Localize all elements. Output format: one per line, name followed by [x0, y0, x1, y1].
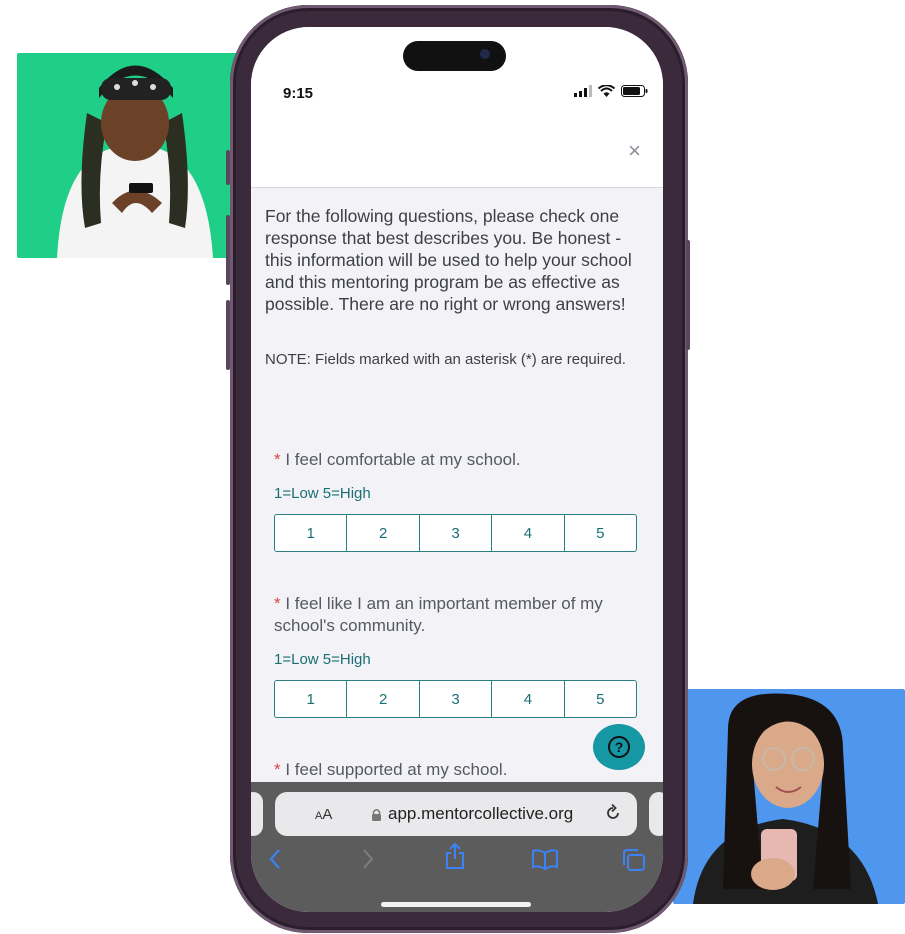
question-2-rating-scale: 1 2 3 4 5 [274, 680, 637, 718]
lock-icon [372, 808, 381, 821]
phone-action-button [226, 150, 230, 185]
status-time: 9:15 [283, 85, 314, 102]
rating-option-4[interactable]: 4 [491, 515, 563, 551]
question-2-text: * I feel like I am an important member o… [274, 593, 644, 637]
question-2-scale-hint: 1=Low 5=High [274, 651, 371, 668]
required-note: NOTE: Fields marked with an asterisk (*)… [265, 351, 626, 368]
student-illustration-right [693, 693, 878, 904]
rating-option-5[interactable]: 5 [563, 681, 636, 717]
form-intro-section: For the following questions, please chec… [265, 205, 649, 370]
photo-student-left [17, 53, 239, 258]
required-asterisk: * [274, 450, 281, 469]
status-icons [574, 85, 648, 97]
rating-option-3[interactable]: 3 [418, 515, 491, 551]
question-3-text: * I feel supported at my school. [274, 759, 644, 781]
question-2: * I feel like I am an important member o… [274, 593, 644, 718]
photo-student-right [673, 689, 905, 904]
rating-option-1[interactable]: 1 [275, 515, 346, 551]
question-1-label: I feel comfortable at my school. [280, 450, 521, 469]
question-2-label: I feel like I am an important member of … [274, 594, 603, 635]
signal-icon [574, 85, 592, 97]
front-camera [480, 49, 490, 59]
url-display[interactable]: app.mentorcollective.org [371, 804, 573, 824]
rating-option-2[interactable]: 2 [346, 515, 418, 551]
question-1-text: * I feel comfortable at my school. [274, 449, 644, 471]
svg-text:?: ? [615, 739, 624, 755]
url-text: app.mentorcollective.org [388, 804, 574, 823]
help-icon: ? [608, 736, 630, 758]
previous-tab-preview[interactable] [251, 792, 263, 836]
battery-icon [621, 85, 648, 97]
question-3-label: I feel supported at my school. [280, 760, 508, 779]
next-tab-preview[interactable] [649, 792, 663, 836]
help-button[interactable]: ? [593, 724, 645, 770]
tabs-icon[interactable] [621, 848, 647, 872]
browser-nav-toolbar [251, 842, 663, 888]
rating-option-3[interactable]: 3 [418, 681, 491, 717]
back-icon[interactable] [268, 848, 282, 870]
reload-icon[interactable] [603, 803, 623, 823]
required-asterisk: * [274, 594, 281, 613]
question-1: * I feel comfortable at my school. 1=Low… [274, 449, 644, 552]
browser-toolbar: AA app.mentorcollective.org [251, 782, 663, 912]
close-icon[interactable]: × [628, 140, 641, 162]
status-bar: 9:15 [251, 27, 663, 112]
required-asterisk: * [274, 760, 281, 779]
rating-option-5[interactable]: 5 [563, 515, 636, 551]
wifi-icon [598, 85, 615, 97]
forward-icon[interactable] [361, 848, 375, 870]
dynamic-island [403, 41, 506, 71]
rating-option-4[interactable]: 4 [491, 681, 563, 717]
rating-option-1[interactable]: 1 [275, 681, 346, 717]
text-size-button[interactable]: AA [315, 806, 332, 823]
rating-option-2[interactable]: 2 [346, 681, 418, 717]
modal-header: × [251, 112, 663, 188]
phone-volume-up-button [226, 215, 230, 285]
phone-volume-down-button [226, 300, 230, 370]
question-1-rating-scale: 1 2 3 4 5 [274, 514, 637, 552]
form-instructions: For the following questions, please chec… [265, 206, 632, 314]
question-1-scale-hint: 1=Low 5=High [274, 485, 371, 502]
share-icon[interactable] [443, 842, 467, 870]
student-illustration-left [57, 65, 213, 258]
phone-screen: 9:15 × For the following questions, plea… [251, 27, 663, 912]
bookmarks-icon[interactable] [531, 848, 559, 870]
phone-power-button [686, 240, 690, 350]
home-indicator [381, 902, 531, 907]
address-bar[interactable]: AA app.mentorcollective.org [275, 792, 637, 836]
question-3: * I feel supported at my school. [274, 759, 644, 781]
